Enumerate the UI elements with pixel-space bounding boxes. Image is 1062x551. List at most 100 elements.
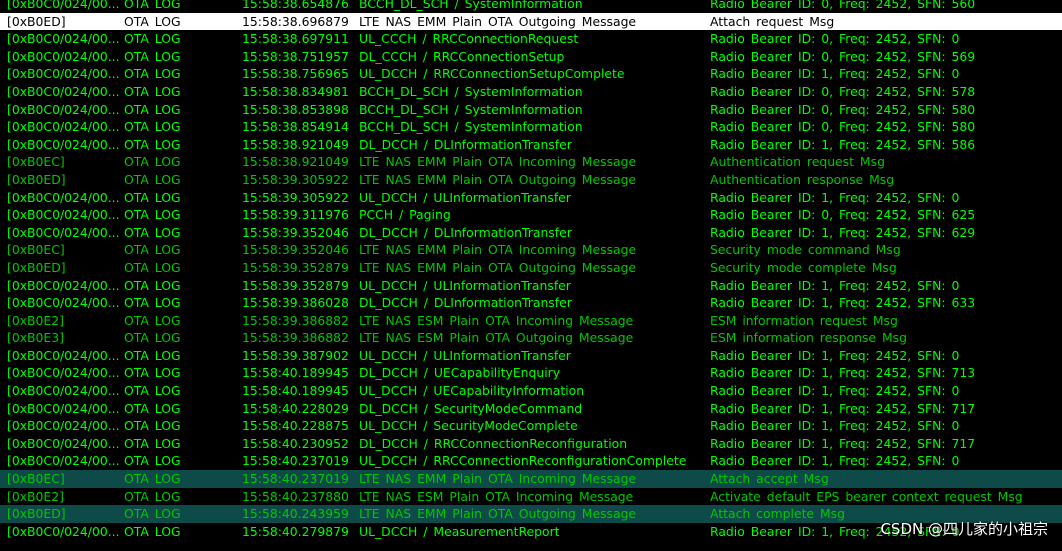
log-row[interactable]: [0xB0C0/024/00... OTA LOG 15:58:38.654876 B… [0,0,1062,13]
log-row[interactable]: [0xB0C0/024/00... OTA LOG 15:58:39.305922 U… [0,189,1062,207]
log-name-cell: BCCH_DL_SCH / SystemInformation [359,0,583,11]
log-type-cell: OTA LOG [124,295,181,311]
log-type-cell: OTA LOG [124,330,181,346]
log-row[interactable]: [0xB0C0/024/00... OTA LOG 15:58:38.853898 B… [0,101,1062,119]
log-time-cell: 15:58:40.237019 [242,453,349,469]
log-row[interactable]: [0xB0ED] OTA LOG 15:58:39.352879 LTE NAS EM… [0,259,1062,277]
log-id-cell: [0xB0C0/024/00... [7,224,119,240]
log-type-cell: OTA LOG [124,383,181,399]
log-time-cell: 15:58:39.386028 [242,295,349,311]
log-row[interactable]: [0xB0ED] OTA LOG 15:58:39.305922 LTE NAS EM… [0,171,1062,189]
log-name-cell: UL_CCCH / RRCConnectionRequest [359,31,579,47]
log-row[interactable]: [0xB0E3] OTA LOG 15:58:39.386882 LTE NAS ES… [0,329,1062,347]
log-type-cell: OTA LOG [124,277,181,293]
log-row[interactable]: [0xB0C0/024/00... OTA LOG 15:58:40.189945 U… [0,382,1062,400]
log-name-cell: BCCH_DL_SCH / SystemInformation [359,119,583,135]
log-row[interactable]: [0xB0E2] OTA LOG 15:58:39.386882 LTE NAS ES… [0,312,1062,330]
log-info-cell: Radio Bearer ID: 0, Freq: 2452, SFN: 560 [710,0,976,11]
log-name-cell: DL_DCCH / DLInformationTransfer [359,295,572,311]
log-id-cell: [0xB0E2] [7,488,64,504]
log-info-cell: Security mode command Msg [710,242,901,258]
log-type-cell: OTA LOG [124,224,181,240]
log-type-cell: OTA LOG [124,400,181,416]
log-info-cell: Radio Bearer ID: 1, Freq: 2452, SFN: 0 [710,66,960,82]
log-info-cell: Radio Bearer ID: 1, Freq: 2452, SFN: 717 [710,435,976,451]
log-row[interactable]: [0xB0C0/024/00... OTA LOG 15:58:40.189945 D… [0,364,1062,382]
log-row[interactable]: [0xB0C0/024/00... OTA LOG 15:58:40.237019 U… [0,452,1062,470]
log-name-cell: DL_CCCH / RRCConnectionSetup [359,48,565,64]
log-name-cell: UL_DCCH / UECapabilityInformation [359,383,585,399]
log-type-cell: OTA LOG [124,347,181,363]
log-row[interactable]: [0xB0C0/024/00... OTA LOG 15:58:38.756965 U… [0,65,1062,83]
log-time-cell: 15:58:38.921049 [242,154,349,170]
log-id-cell: [0xB0E3] [7,330,64,346]
log-info-cell: Authentication request Msg [710,154,885,170]
log-row[interactable]: [0xB0C0/024/00... OTA LOG 15:58:39.311976 P… [0,206,1062,224]
log-time-cell: 15:58:38.756965 [242,66,349,82]
log-info-cell: Radio Bearer ID: 1, Freq: 2452, SFN: 713 [710,365,976,381]
log-id-cell: [0xB0ED] [7,171,66,187]
log-name-cell: LTE NAS EMM Plain OTA Outgoing Message [359,13,637,29]
log-name-cell: UL_DCCH / MeasurementReport [359,523,560,539]
log-row[interactable]: [0xB0C0/024/00... OTA LOG 15:58:40.230952 D… [0,435,1062,453]
log-info-cell: Radio Bearer ID: 1, Freq: 2452, SFN: 0 [710,277,960,293]
log-row[interactable]: [0xB0C0/024/00... OTA LOG 15:58:38.834981 B… [0,83,1062,101]
log-row[interactable]: [0xB0C0/024/00... OTA LOG 15:58:38.854914 B… [0,118,1062,136]
log-id-cell: [0xB0C0/024/00... [7,418,119,434]
log-info-cell: Security mode complete Msg [710,259,897,275]
log-row[interactable]: [0xB0C0/024/00... OTA LOG 15:58:38.751957 D… [0,48,1062,66]
log-time-cell: 15:58:39.352046 [242,242,349,258]
log-info-cell: ESM information request Msg [710,312,898,328]
log-info-cell: Radio Bearer ID: 1, Freq: 2452, SFN: 633 [710,295,976,311]
log-row[interactable]: [0xB0C0/024/00... OTA LOG 15:58:39.352046 D… [0,224,1062,242]
log-id-cell: [0xB0C0/024/00... [7,207,119,223]
log-info-cell: Radio Bearer ID: 1, Freq: 2452, SFN: 0 [710,453,960,469]
log-time-cell: 15:58:39.352046 [242,224,349,240]
ota-log-list[interactable]: [0xB0C0/024/00... OTA LOG 15:58:38.654876 B… [0,0,1062,540]
log-info-cell: Radio Bearer ID: 1, Freq: 2452, SFN: 0 [710,189,960,205]
log-id-cell: [0xB0C0/024/00... [7,31,119,47]
log-row[interactable]: [0xB0C0/024/00... OTA LOG 15:58:40.228875 U… [0,417,1062,435]
log-name-cell: UL_DCCH / ULInformationTransfer [359,189,571,205]
log-name-cell: UL_DCCH / ULInformationTransfer [359,277,571,293]
log-row[interactable]: [0xB0E2] OTA LOG 15:58:40.237880 LTE NAS ES… [0,488,1062,506]
log-row[interactable]: [0xB0EC] OTA LOG 15:58:40.237019 LTE NAS EM… [0,470,1062,488]
log-type-cell: OTA LOG [124,471,181,487]
log-id-cell: [0xB0ED] [7,506,66,522]
log-name-cell: DL_DCCH / DLInformationTransfer [359,136,572,152]
log-info-cell: Radio Bearer ID: 0, Freq: 2452, SFN: 580 [710,101,976,117]
log-info-cell: ESM information response Msg [710,330,908,346]
log-id-cell: [0xB0ED] [7,259,66,275]
log-id-cell: [0xB0C0/024/00... [7,136,119,152]
log-id-cell: [0xB0C0/024/00... [7,48,119,64]
log-row[interactable]: [0xB0EC] OTA LOG 15:58:39.352046 LTE NAS EM… [0,241,1062,259]
log-row[interactable]: [0xB0C0/024/00... OTA LOG 15:58:39.387902 U… [0,347,1062,365]
log-row[interactable]: [0xB0ED] OTA LOG 15:58:38.696879 LTE NAS EM… [0,12,1062,31]
log-id-cell: [0xB0C0/024/00... [7,453,119,469]
log-time-cell: 15:58:40.189945 [242,365,349,381]
log-row[interactable]: [0xB0C0/024/00... OTA LOG 15:58:39.352879 U… [0,277,1062,295]
log-name-cell: UL_DCCH / RRCConnectionReconfigurationCo… [359,453,687,469]
log-row[interactable]: [0xB0C0/024/00... OTA LOG 15:58:38.921049 D… [0,136,1062,154]
log-info-cell: Radio Bearer ID: 1, Freq: 2452, SFN: 0 [710,418,960,434]
log-type-cell: OTA LOG [124,101,181,117]
log-row[interactable]: [0xB0C0/024/00... OTA LOG 15:58:39.386028 D… [0,294,1062,312]
log-type-cell: OTA LOG [124,418,181,434]
log-id-cell: [0xB0C0/024/00... [7,365,119,381]
log-row[interactable]: [0xB0C0/024/00... OTA LOG 15:58:40.228029 D… [0,400,1062,418]
log-info-cell: Radio Bearer ID: 1, Freq: 2452, SFN: 717 [710,400,976,416]
log-row[interactable]: [0xB0EC] OTA LOG 15:58:38.921049 LTE NAS EM… [0,153,1062,171]
log-time-cell: 15:58:38.921049 [242,136,349,152]
log-row[interactable]: [0xB0C0/024/00... OTA LOG 15:58:38.697911 U… [0,30,1062,48]
log-type-cell: OTA LOG [124,83,181,99]
log-info-cell: Radio Bearer ID: 1, Freq: 2452, SFN: 629 [710,224,976,240]
log-time-cell: 15:58:40.237880 [242,488,349,504]
log-info-cell: Radio Bearer ID: 1, Freq: 2452, SFN: 0 [710,383,960,399]
log-id-cell: [0xB0C0/024/00... [7,347,119,363]
log-type-cell: OTA LOG [124,207,181,223]
log-time-cell: 15:58:40.189945 [242,383,349,399]
log-time-cell: 15:58:40.279879 [242,523,349,539]
log-time-cell: 15:58:39.305922 [242,189,349,205]
log-name-cell: BCCH_DL_SCH / SystemInformation [359,83,583,99]
log-id-cell: [0xB0C0/024/00... [7,277,119,293]
